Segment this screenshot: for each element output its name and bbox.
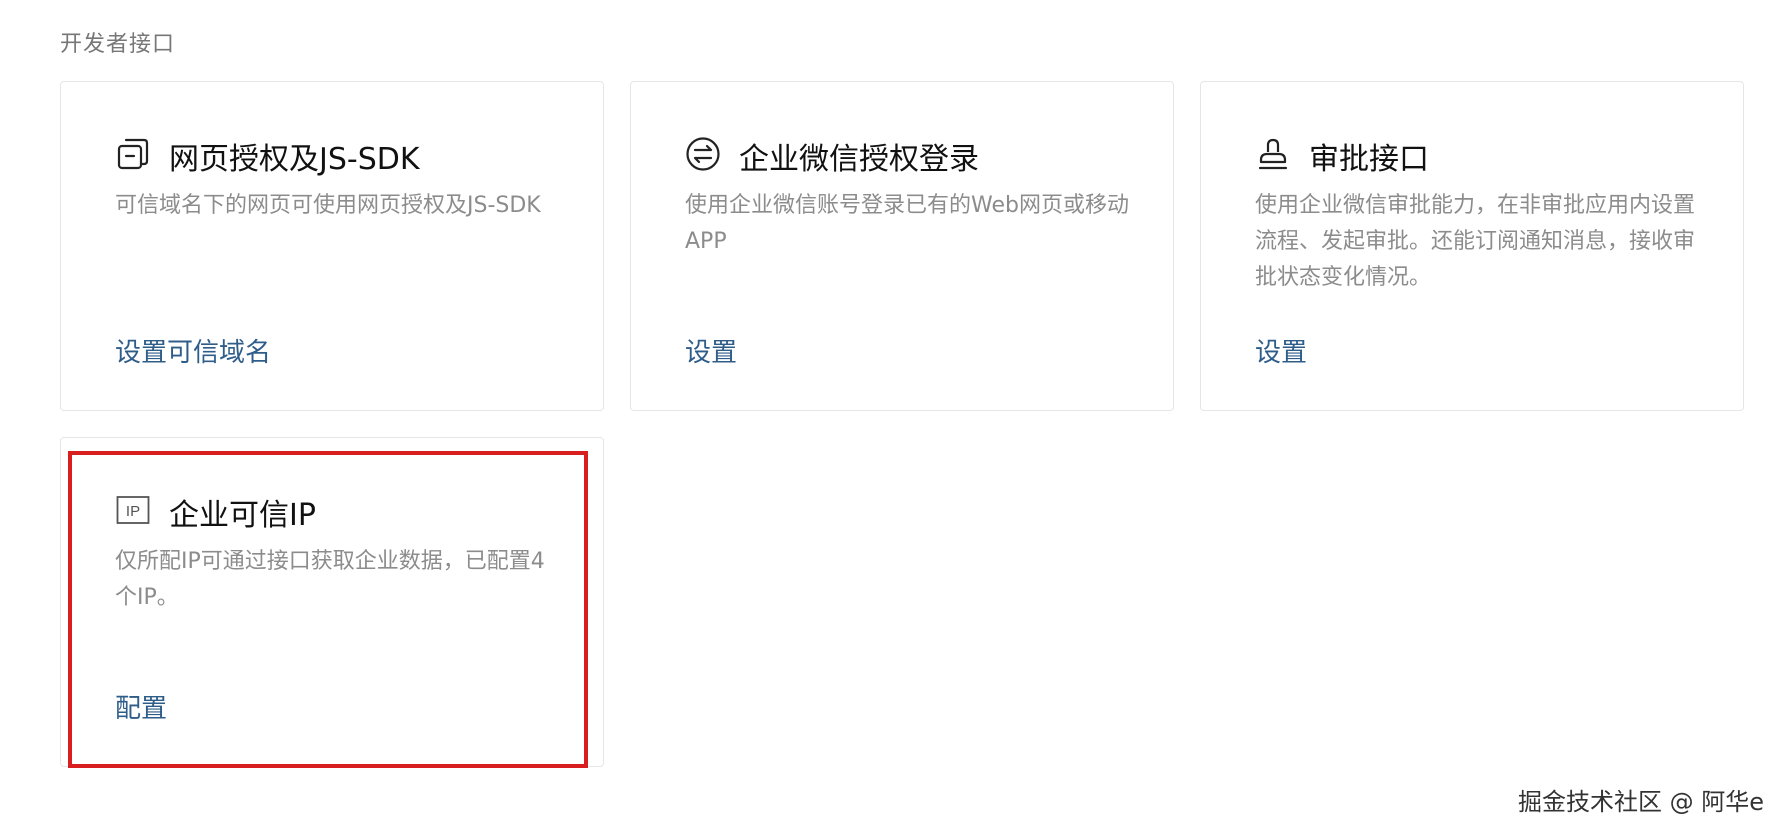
exchange-circle-icon — [686, 137, 720, 171]
card-description: 使用企业微信账号登录已有的Web网页或移动APP — [685, 193, 1129, 254]
card-title: 网页授权及JS-SDK — [169, 142, 420, 177]
card-approval-api: 审批接口 使用企业微信审批能力，在非审批应用内设置流程、发起审批。还能订阅通知消… — [1200, 81, 1744, 411]
webpage-copy-icon — [117, 138, 149, 170]
ip-box-icon: IP — [116, 496, 150, 524]
card-description: 使用企业微信审批能力，在非审批应用内设置流程、发起审批。还能订阅通知消息，接收审… — [1255, 193, 1696, 290]
card-title: 企业微信授权登录 — [739, 142, 979, 177]
svg-text:IP: IP — [126, 503, 140, 520]
watermark: 掘金技术社区 @ 阿华e — [1517, 788, 1764, 816]
wecom-login-settings-link[interactable]: 设置 — [685, 332, 737, 369]
card-title: 企业可信IP — [169, 498, 316, 533]
stamp-icon — [1258, 138, 1288, 170]
section-title: 开发者接口 — [60, 32, 176, 57]
approval-settings-link[interactable]: 设置 — [1255, 332, 1307, 369]
card-description: 仅所配IP可通过接口获取企业数据，已配置4个IP。 — [115, 549, 545, 610]
card-description: 可信域名下的网页可使用网页授权及JS-SDK — [115, 193, 541, 218]
set-trusted-domain-link[interactable]: 设置可信域名 — [115, 332, 271, 369]
card-webpage-auth: 网页授权及JS-SDK 可信域名下的网页可使用网页授权及JS-SDK 设置可信域… — [60, 81, 604, 411]
card-trusted-ip: IP 企业可信IP 仅所配IP可通过接口获取企业数据，已配置4个IP。 配置 — [60, 437, 604, 767]
configure-ip-link[interactable]: 配置 — [115, 688, 167, 725]
card-title: 审批接口 — [1309, 142, 1429, 177]
card-wecom-login: 企业微信授权登录 使用企业微信账号登录已有的Web网页或移动APP 设置 — [630, 81, 1174, 411]
